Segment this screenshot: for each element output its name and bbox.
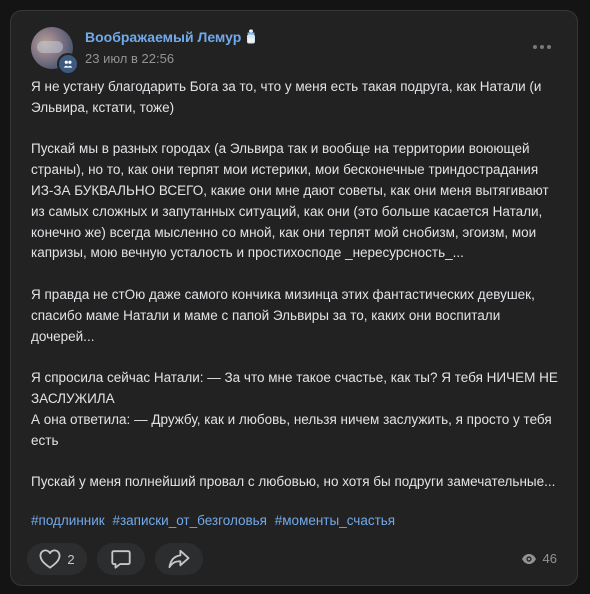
heart-icon bbox=[39, 549, 61, 569]
post-actions: 2 46 bbox=[27, 543, 561, 577]
comment-icon bbox=[111, 550, 131, 569]
hashtags: #подлинник #записки_от_безголовья #момен… bbox=[31, 513, 561, 528]
hashtag-link[interactable]: #подлинник bbox=[31, 513, 105, 528]
group-icon bbox=[57, 53, 79, 75]
hashtag-link[interactable]: #моменты_счастья bbox=[275, 513, 395, 528]
share-button[interactable] bbox=[155, 543, 203, 575]
more-dots-icon[interactable] bbox=[531, 39, 553, 55]
post-header: Воображаемый Лемур 23 июл в 22:56 bbox=[31, 27, 557, 75]
post-paragraph: Пускай мы в разных городах (а Эльвира та… bbox=[31, 141, 549, 261]
like-button[interactable]: 2 bbox=[27, 543, 87, 575]
post-text: Я не устану благодарить Бога за то, что … bbox=[31, 77, 561, 514]
baby-bottle-icon bbox=[247, 29, 256, 44]
post-paragraph: Я не устану благодарить Бога за то, что … bbox=[31, 79, 542, 115]
share-arrow-icon bbox=[168, 549, 190, 569]
post-paragraph: Пускай у меня полнейший провал с любовью… bbox=[31, 474, 556, 490]
post-card: Воображаемый Лемур 23 июл в 22:56 Я не у… bbox=[10, 10, 578, 586]
eye-icon bbox=[521, 553, 536, 564]
hashtag-link[interactable]: #записки_от_безголовья bbox=[112, 513, 267, 528]
post-paragraph: Я правда не стОю даже самого кончика миз… bbox=[31, 286, 535, 344]
like-count: 2 bbox=[67, 551, 75, 567]
post-paragraph: Я спросила сейчас Натали: — За что мне т… bbox=[31, 370, 558, 448]
views-counter: 46 bbox=[521, 551, 557, 566]
post-date[interactable]: 23 июл в 22:56 bbox=[85, 51, 174, 66]
author-name-text[interactable]: Воображаемый Лемур bbox=[85, 29, 241, 45]
author-name[interactable]: Воображаемый Лемур bbox=[85, 29, 257, 45]
comment-button[interactable] bbox=[97, 543, 145, 575]
views-count: 46 bbox=[542, 551, 557, 566]
